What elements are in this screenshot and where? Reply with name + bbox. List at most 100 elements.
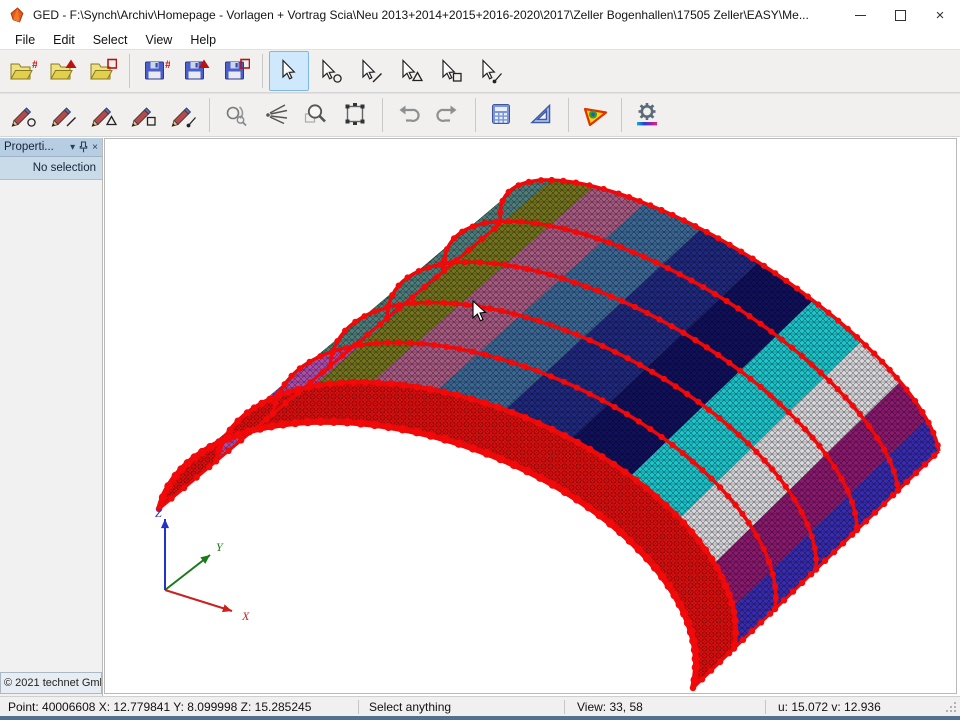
mesh-node [704, 229, 710, 235]
mesh-node [708, 555, 715, 562]
mesh-node [690, 459, 696, 465]
properties-panel-header[interactable]: Properti... ▾ × [0, 138, 102, 157]
mesh-node [441, 268, 447, 274]
mesh-node [168, 495, 174, 501]
mesh-node [768, 329, 774, 335]
mesh-node [440, 388, 447, 395]
mesh-node [419, 341, 425, 347]
zoom-window-button[interactable] [296, 95, 336, 135]
mesh-node [863, 342, 869, 348]
draw-triangle-button[interactable] [83, 95, 123, 135]
open-project-triangle-button[interactable] [43, 51, 83, 91]
menu-view[interactable]: View [136, 31, 181, 49]
mesh-node [713, 564, 720, 571]
mesh-node [812, 545, 818, 551]
mesh-node [658, 207, 664, 213]
save-hash-button[interactable]: # [136, 51, 176, 91]
toolbar-group: # [0, 50, 126, 92]
maximize-icon [895, 10, 906, 21]
draw-mark-button[interactable] [163, 95, 203, 135]
measure-button[interactable] [522, 95, 562, 135]
select-tool-button[interactable] [269, 51, 309, 91]
mesh-node [213, 458, 219, 464]
calculator-button[interactable] [482, 95, 522, 135]
mesh-node [791, 496, 797, 502]
window-title: GED - F:\Synch\Archiv\Homepage - Vorlage… [33, 8, 840, 22]
mesh-node [524, 266, 530, 272]
mesh-node [571, 279, 577, 285]
mesh-node [583, 283, 589, 289]
mesh-node [708, 667, 714, 673]
open-project-square-button[interactable] [83, 51, 123, 91]
mesh-node [852, 510, 858, 516]
select-line-tool-button[interactable] [349, 51, 389, 91]
close-button[interactable]: × [920, 0, 960, 30]
draw-line-button[interactable] [43, 95, 83, 135]
status-bar: Point: 40006608 X: 12.779841 Y: 8.099998… [0, 696, 960, 717]
menu-file[interactable]: File [6, 31, 44, 49]
mesh-node [538, 177, 544, 183]
close-panel-icon[interactable]: × [92, 142, 98, 153]
mesh-node [338, 379, 345, 386]
mesh-node [708, 476, 714, 482]
mesh-node [722, 582, 729, 589]
chevron-down-icon[interactable]: ▾ [70, 142, 75, 153]
mesh-node [398, 425, 406, 433]
draw-point-button[interactable] [3, 95, 43, 135]
undo-button[interactable] [389, 95, 429, 135]
pin-icon[interactable] [79, 141, 88, 153]
cursor-icon [315, 57, 343, 85]
folder-open-icon: # [9, 57, 37, 85]
menu-help[interactable]: Help [181, 31, 225, 49]
toolbar-group [386, 94, 472, 136]
resize-grip[interactable] [944, 700, 958, 714]
mesh-node [919, 409, 925, 415]
orbit-view-button[interactable] [216, 95, 256, 135]
select-mark-tool-button[interactable] [469, 51, 509, 91]
minimize-button[interactable] [840, 0, 880, 30]
mesh-node [216, 447, 223, 454]
mesh-node [610, 461, 617, 468]
select-triangle-tool-button[interactable] [389, 51, 429, 91]
mesh-node [307, 359, 313, 365]
mesh-node [653, 493, 660, 500]
mesh-node [535, 368, 541, 374]
redo-button[interactable] [429, 95, 469, 135]
toolbar-group [479, 94, 565, 136]
mesh-node [431, 342, 437, 348]
mesh-node [726, 591, 733, 598]
mesh-node [599, 397, 605, 403]
menu-select[interactable]: Select [84, 31, 137, 49]
select-square-tool-button[interactable] [429, 51, 469, 91]
mesh-node [505, 218, 511, 224]
folder-open-icon [89, 57, 117, 85]
toolbar-main: ## [0, 49, 960, 93]
analysis-button[interactable] [575, 95, 615, 135]
select-point-tool-button[interactable] [309, 51, 349, 91]
mesh-node [389, 292, 395, 298]
taskbar-edge [0, 716, 960, 720]
menu-edit[interactable]: Edit [44, 31, 84, 49]
mesh-node [206, 464, 212, 470]
open-project-hash-button[interactable]: # [3, 51, 43, 91]
maximize-button[interactable] [880, 0, 920, 30]
mesh-node [562, 226, 568, 232]
mesh-node [334, 338, 340, 344]
viewport-canvas[interactable]: XYZ [104, 138, 957, 694]
mesh-node [372, 308, 378, 314]
mesh-node [635, 545, 643, 553]
mesh-node [510, 461, 518, 469]
mesh-node [595, 288, 601, 294]
mesh-node [584, 232, 590, 238]
settings-button[interactable] [628, 95, 668, 135]
save-triangle-button[interactable] [176, 51, 216, 91]
mesh-node [863, 518, 869, 524]
mesh-node [738, 249, 744, 255]
zoom-extents-button[interactable] [256, 95, 296, 135]
save-square-button[interactable] [216, 51, 256, 91]
cursor-icon [275, 57, 303, 85]
mesh-node [772, 606, 778, 612]
fit-view-button[interactable] [336, 95, 376, 135]
draw-square-button[interactable] [123, 95, 163, 135]
mesh-node [758, 619, 764, 625]
